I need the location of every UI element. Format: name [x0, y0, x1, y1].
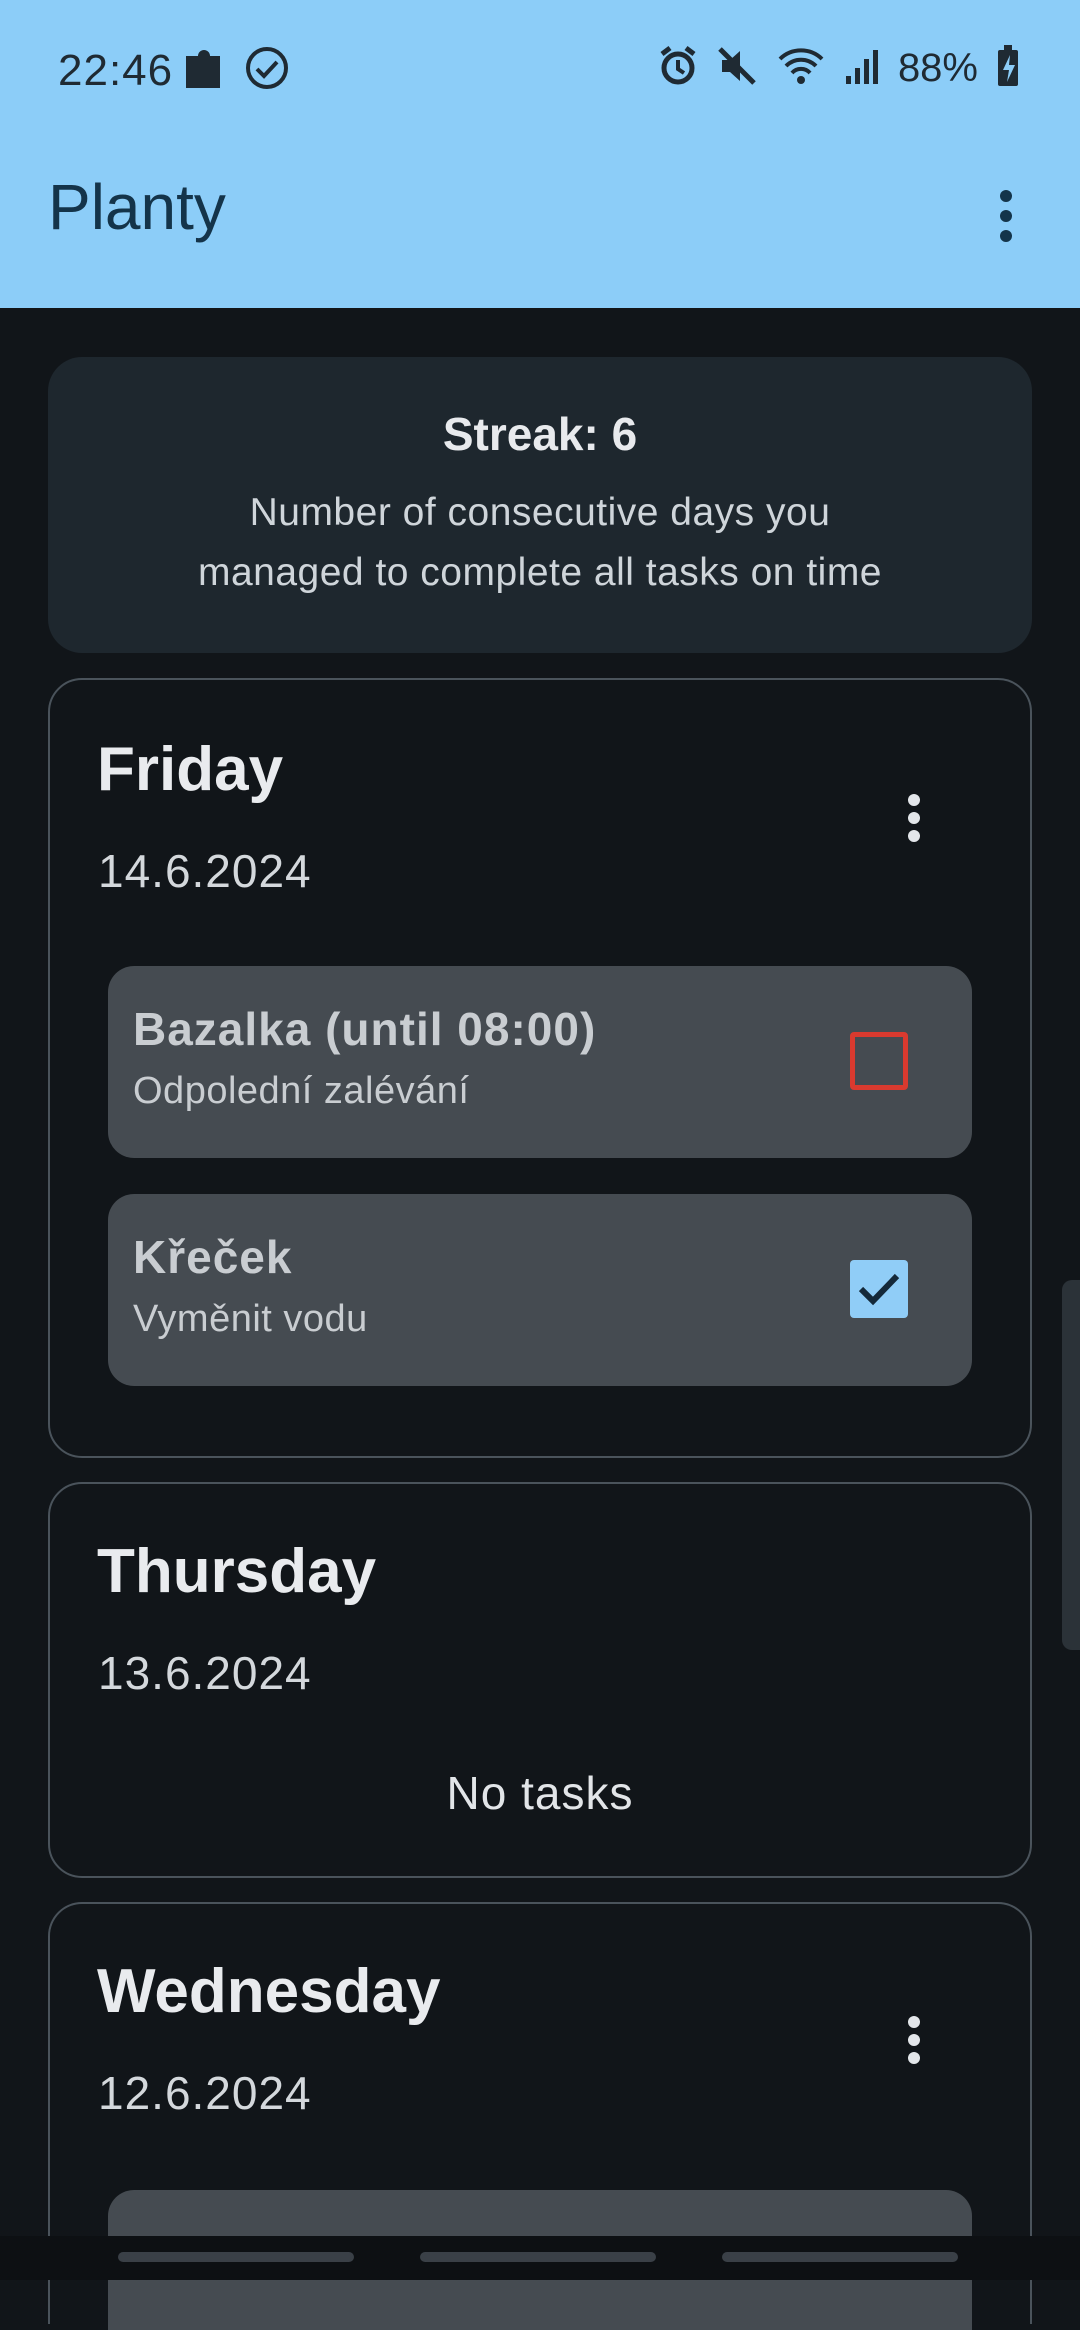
day-card-thursday: Thursday 13.6.2024 No tasks: [48, 1482, 1032, 1878]
task-subtitle: Vyměnit vodu: [133, 1298, 368, 1340]
signal-icon: [844, 46, 880, 91]
task-title: Bazalka (until 08:00): [133, 1003, 597, 1055]
day-menu-button[interactable]: [894, 2005, 934, 2075]
task-checkbox[interactable]: [850, 1260, 908, 1318]
day-date: 14.6.2024: [98, 845, 312, 897]
status-bar: 22:46 88%: [0, 0, 1080, 140]
task-checkbox[interactable]: [850, 1032, 908, 1090]
no-tasks-text: No tasks: [446, 1767, 634, 1819]
alarm-icon: [658, 44, 698, 93]
nav-home-button[interactable]: [420, 2252, 656, 2262]
overflow-menu-button[interactable]: [976, 178, 1036, 254]
mute-icon: [716, 45, 758, 92]
streak-description-line: managed to complete all tasks on time: [197, 551, 882, 594]
check-icon: [858, 1273, 900, 1306]
scrollbar-thumb[interactable]: [1062, 1280, 1080, 1650]
streak-title: Streak: 6: [442, 408, 638, 460]
task-title: Křeček: [133, 1231, 293, 1283]
more-vert-icon: [908, 2016, 920, 2064]
battery-charging-icon: [996, 45, 1020, 92]
day-menu-button[interactable]: [894, 783, 934, 853]
more-vert-icon: [1000, 190, 1012, 242]
day-name: Friday: [97, 735, 284, 804]
app-title: Planty: [48, 171, 226, 243]
status-time: 22:46: [58, 46, 174, 95]
streak-description: Number of consecutive days you managed t…: [48, 483, 1032, 603]
wifi-icon: [776, 45, 826, 92]
app-top-bar: 22:46 88% Planty: [0, 0, 1080, 308]
task-item[interactable]: Křeček Vyměnit vodu: [108, 1194, 972, 1386]
nav-back-button[interactable]: [722, 2252, 958, 2262]
puzzle-icon: [182, 44, 226, 97]
nav-recents-button[interactable]: [118, 2252, 354, 2262]
task-subtitle: Odpolední zalévání: [133, 1070, 470, 1112]
day-name: Thursday: [97, 1537, 377, 1606]
day-date: 13.6.2024: [98, 1647, 312, 1699]
day-name: Wednesday: [97, 1957, 441, 2026]
streak-description-line: Number of consecutive days you: [249, 491, 831, 534]
check-circle-icon: [244, 45, 290, 96]
day-date: 12.6.2024: [98, 2067, 312, 2119]
streak-card: Streak: 6 Number of consecutive days you…: [48, 357, 1032, 653]
task-item[interactable]: Bazalka (until 08:00) Odpolední zalévání: [108, 966, 972, 1158]
day-card-friday: Friday 14.6.2024 Bazalka (until 08:00) O…: [48, 678, 1032, 1458]
more-vert-icon: [908, 794, 920, 842]
battery-percentage: 88%: [897, 46, 978, 90]
